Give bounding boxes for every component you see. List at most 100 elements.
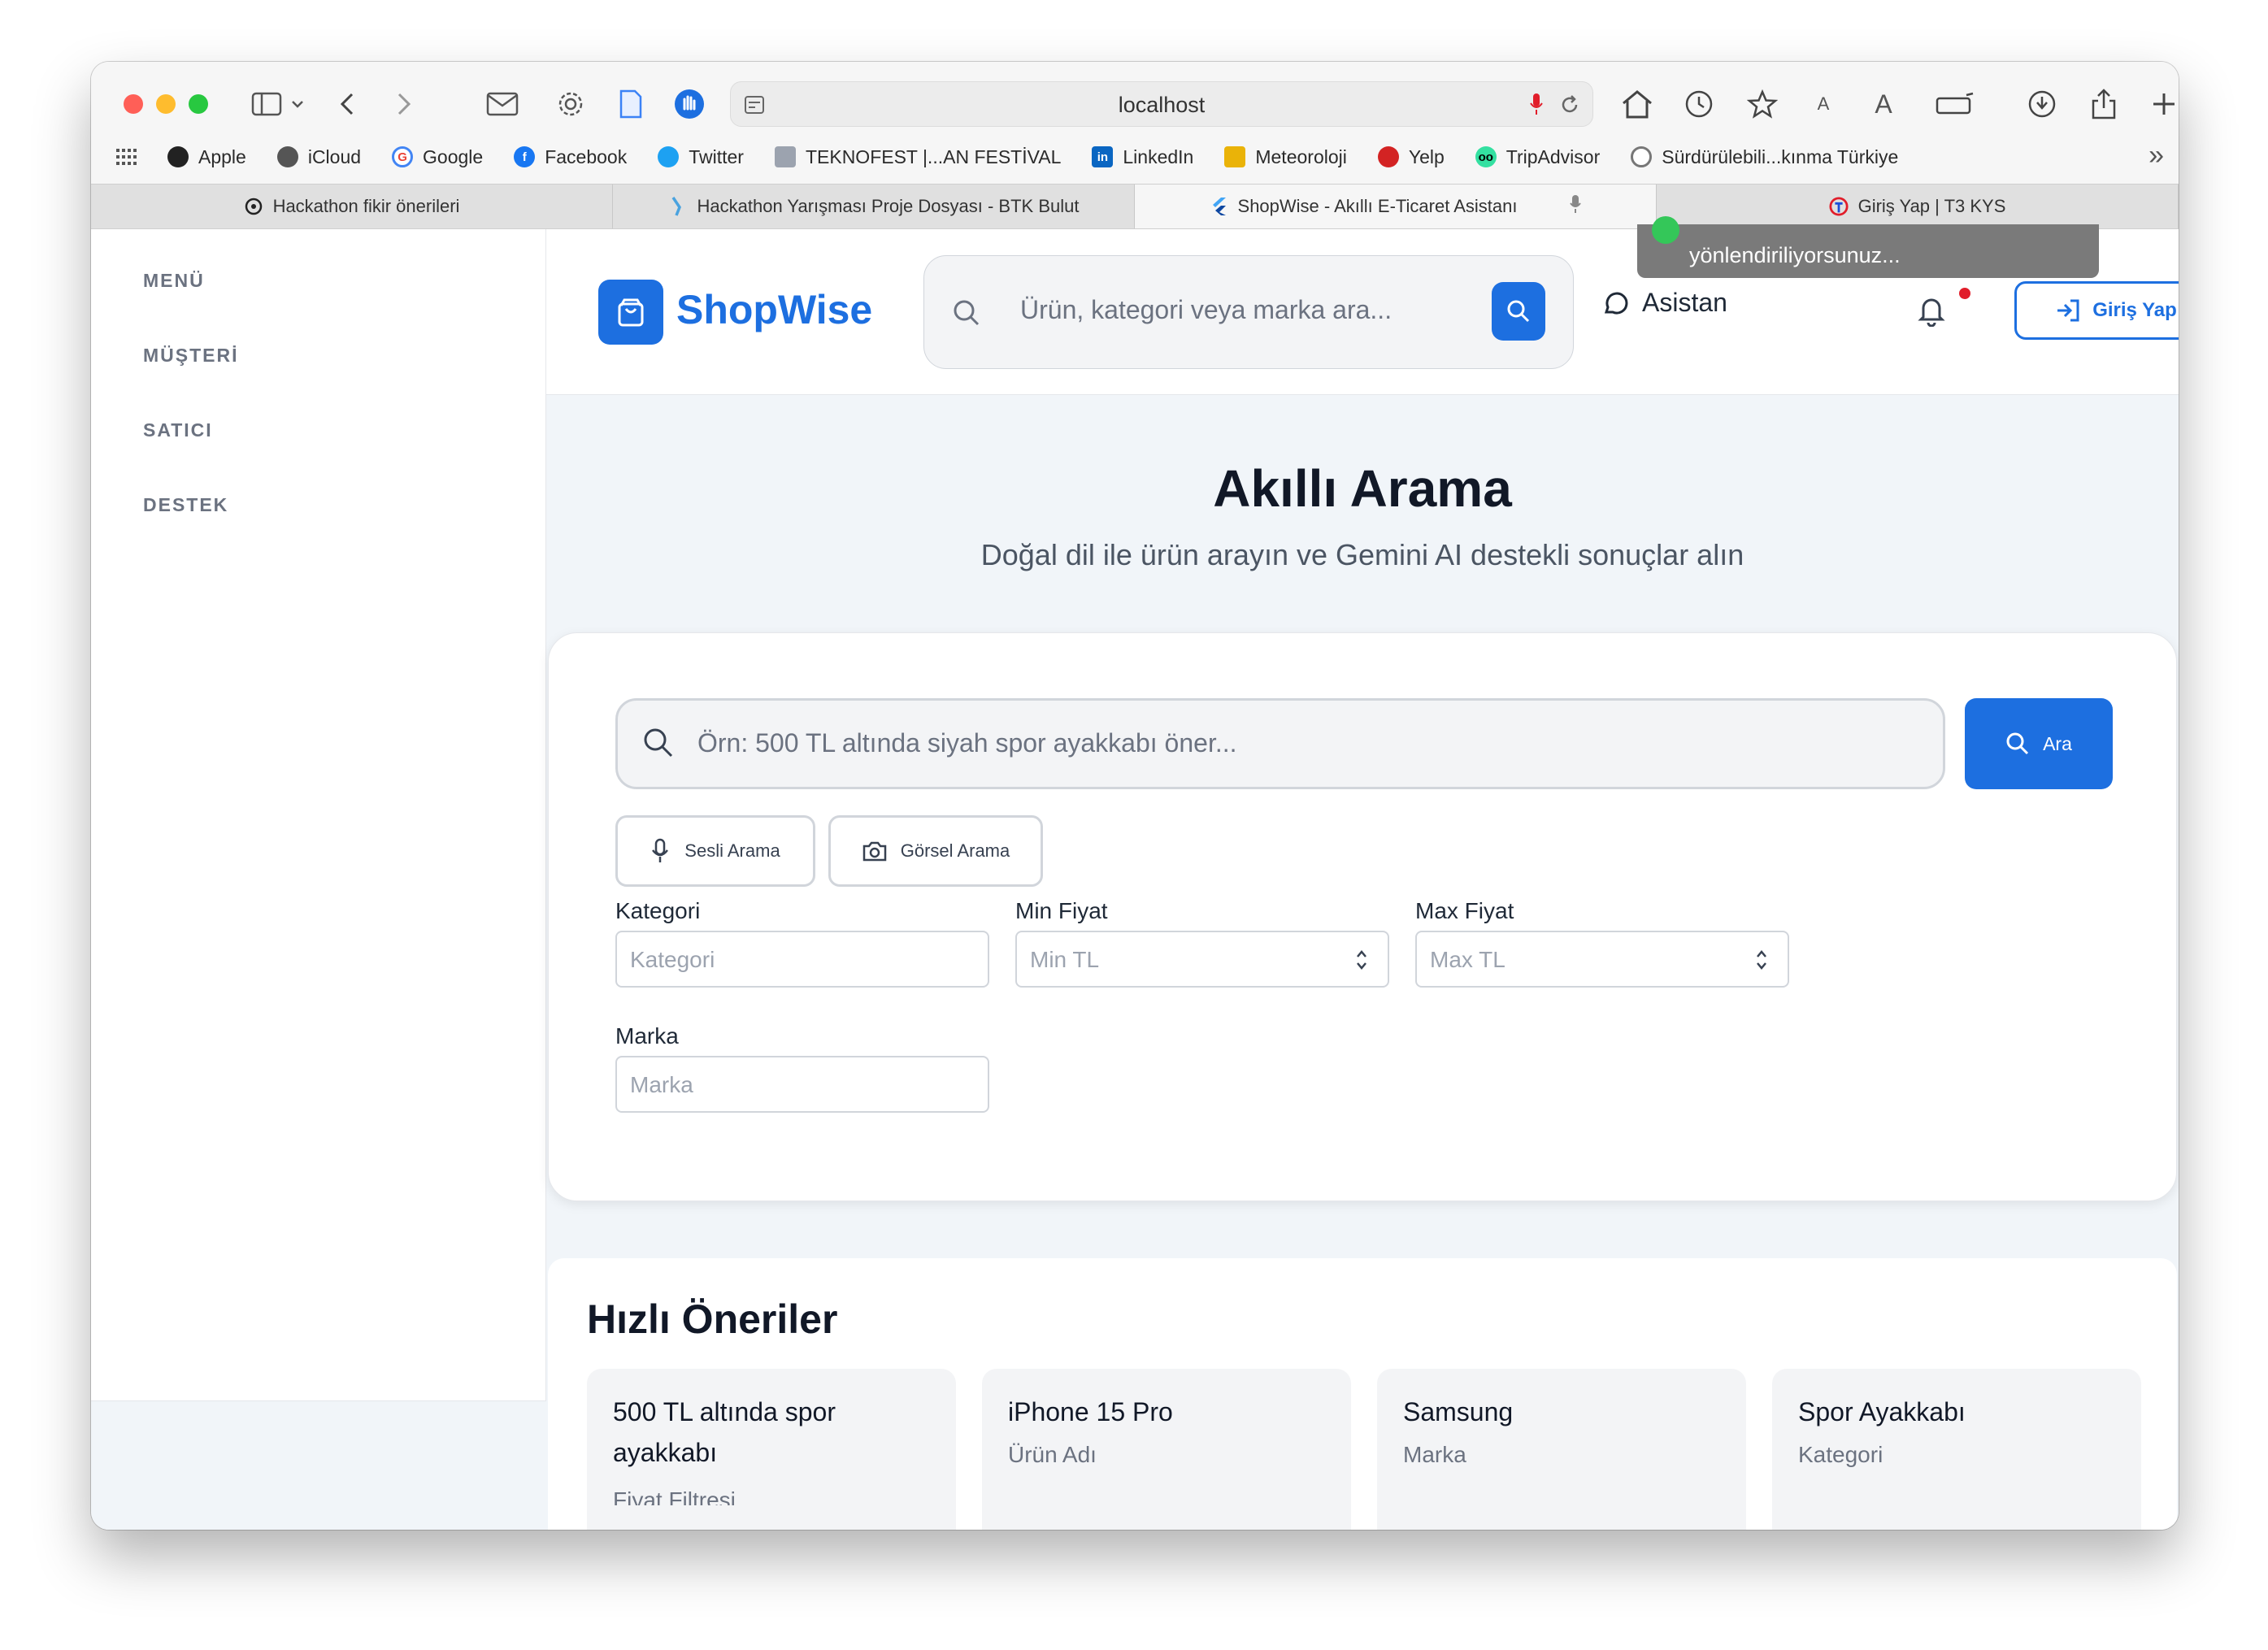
back-icon[interactable] bbox=[335, 85, 359, 124]
microphone-icon bbox=[652, 838, 669, 862]
header-search-box[interactable]: Ürün, kategori veya marka ara... bbox=[923, 255, 1574, 369]
bookmark-icloud[interactable]: iCloud bbox=[276, 145, 362, 168]
microphone-icon[interactable] bbox=[1569, 193, 1582, 219]
voice-search-button[interactable]: Sesli Arama bbox=[615, 815, 815, 887]
bookmark-surdurulebilir[interactable]: Sürdürülebili...kınma Türkiye bbox=[1631, 146, 1898, 168]
sidebar-item-musteri[interactable]: MÜŞTERİ bbox=[143, 345, 239, 367]
hand-icon[interactable] bbox=[671, 85, 707, 124]
new-tab-icon[interactable] bbox=[2148, 85, 2179, 124]
url-text: localhost bbox=[1118, 93, 1206, 117]
bookmark-meteoroloji[interactable]: Meteoroloji bbox=[1224, 146, 1347, 168]
tab-btk-bulut[interactable]: Hackathon Yarışması Proje Dosyası - BTK … bbox=[613, 185, 1135, 228]
text-smaller-icon[interactable]: A bbox=[1811, 85, 1836, 124]
apps-grid-icon[interactable] bbox=[115, 148, 138, 166]
search-submit-button[interactable]: Ara bbox=[1965, 698, 2113, 789]
search-icon bbox=[1507, 300, 1530, 323]
bookmark-apple[interactable]: Apple bbox=[167, 146, 246, 168]
bookmark-tripadvisor[interactable]: oo TripAdvisor bbox=[1475, 146, 1600, 168]
quick-suggestions-section: Hızlı Öneriler 500 TL altında spor ayakk… bbox=[548, 1258, 2177, 1530]
teknofest-icon bbox=[774, 146, 796, 167]
more-bookmarks-icon[interactable]: » bbox=[2149, 140, 2164, 172]
tab-label: ShopWise - Akıllı E-Ticaret Asistanı bbox=[1237, 196, 1518, 216]
sidebar-item-destek[interactable]: DESTEK bbox=[143, 494, 228, 516]
apple-icon bbox=[276, 146, 298, 167]
share-icon[interactable] bbox=[2088, 85, 2120, 124]
minimize-window-button[interactable] bbox=[156, 94, 176, 114]
bookmark-twitter[interactable]: Twitter bbox=[658, 146, 744, 168]
meteoroloji-icon bbox=[1224, 146, 1246, 167]
suggestion-card[interactable]: Samsung Marka bbox=[1377, 1369, 1746, 1530]
assistant-button[interactable]: Asistan bbox=[1601, 288, 1727, 318]
suggestion-card-partial[interactable] bbox=[587, 1505, 956, 1530]
browser-toolbar: localhost A A Apple iCloud G Google f Fa… bbox=[91, 62, 2179, 184]
bookmark-label: iCloud bbox=[307, 145, 362, 167]
microphone-icon[interactable] bbox=[1529, 92, 1544, 120]
smart-search-input[interactable]: Örn: 500 TL altında siyah spor ayakkabı … bbox=[615, 698, 1945, 789]
download-icon[interactable] bbox=[2026, 85, 2058, 124]
mail-icon[interactable] bbox=[484, 85, 520, 124]
tab-t3-kys[interactable]: Giriş Yap | T3 KYS bbox=[1657, 185, 2179, 228]
bookmark-google[interactable]: G Google bbox=[392, 146, 483, 168]
min-price-input[interactable]: Min TL bbox=[1015, 931, 1389, 988]
bookmark-yelp[interactable]: Yelp bbox=[1377, 146, 1445, 168]
voice-search-label: Sesli Arama bbox=[684, 840, 780, 861]
suggestion-subtitle: Kategori bbox=[1798, 1442, 1883, 1467]
home-icon[interactable] bbox=[1619, 85, 1655, 124]
bookmark-label: Google bbox=[423, 145, 484, 167]
quick-suggestions-title: Hızlı Öneriler bbox=[587, 1296, 838, 1342]
brand-name[interactable]: ShopWise bbox=[676, 286, 872, 333]
bookmark-label: Sürdürülebili...kınma Türkiye bbox=[1662, 145, 1899, 167]
login-button[interactable]: Giriş Yap bbox=[2014, 281, 2179, 340]
stepper-icon[interactable] bbox=[1355, 949, 1368, 975]
bell-icon[interactable] bbox=[1917, 294, 1946, 331]
browser-window: localhost A A Apple iCloud G Google f Fa… bbox=[91, 62, 2179, 1530]
shopping-bag-logo-icon[interactable] bbox=[598, 280, 663, 345]
sidebar-toggle-icon[interactable] bbox=[250, 85, 283, 124]
max-price-placeholder: Max TL bbox=[1430, 947, 1505, 972]
suggestion-card-partial[interactable] bbox=[982, 1505, 1351, 1530]
bookmark-label: Facebook bbox=[545, 145, 628, 167]
chatgpt-icon bbox=[244, 197, 263, 216]
address-bar[interactable]: localhost bbox=[730, 81, 1593, 127]
document-icon[interactable] bbox=[615, 85, 647, 124]
gear-icon[interactable] bbox=[554, 85, 587, 124]
chevron-down-icon[interactable] bbox=[289, 85, 306, 124]
tab-hackathon-ideas[interactable]: Hackathon fikir önerileri bbox=[91, 185, 613, 228]
visual-search-button[interactable]: Görsel Arama bbox=[828, 815, 1043, 887]
min-price-placeholder: Min TL bbox=[1030, 947, 1100, 972]
forward-icon[interactable] bbox=[392, 85, 416, 124]
max-price-input[interactable]: Max TL bbox=[1415, 931, 1789, 988]
bookmark-teknofest[interactable]: TEKNOFEST |...AN FESTİVAL bbox=[774, 146, 1061, 168]
bookmarks-bar: Apple iCloud G Google f Facebook Twitter T… bbox=[115, 140, 1929, 174]
brand-filter-input[interactable]: Marka bbox=[615, 1056, 989, 1113]
keyboard-icon[interactable] bbox=[1935, 85, 1975, 124]
bookmark-linkedin[interactable]: in LinkedIn bbox=[1092, 146, 1193, 168]
sidebar-item-menu[interactable]: MENÜ bbox=[143, 270, 205, 292]
stepper-icon[interactable] bbox=[1755, 949, 1768, 975]
close-window-button[interactable] bbox=[124, 94, 143, 114]
sidebar-item-satici[interactable]: SATICI bbox=[143, 419, 213, 441]
smart-search-card: Örn: 500 TL altında siyah spor ayakkabı … bbox=[548, 632, 2177, 1201]
header-search-button[interactable] bbox=[1492, 282, 1545, 341]
page-content: MENÜ MÜŞTERİ SATICI DESTEK ShopWise Ürün… bbox=[91, 216, 2179, 1530]
login-label: Giriş Yap bbox=[2092, 299, 2177, 321]
search-icon bbox=[2006, 732, 2029, 755]
tripadvisor-icon: oo bbox=[1475, 146, 1497, 167]
reload-icon[interactable] bbox=[1558, 93, 1581, 120]
bookmark-facebook[interactable]: f Facebook bbox=[514, 146, 627, 168]
notification-dot bbox=[1959, 288, 1970, 299]
search-icon bbox=[642, 727, 675, 763]
star-icon[interactable] bbox=[1746, 85, 1779, 124]
btk-icon bbox=[668, 197, 688, 216]
check-icon bbox=[1652, 216, 1679, 244]
suggestion-card[interactable]: Spor Ayakkabı Kategori bbox=[1772, 1369, 2141, 1530]
history-icon[interactable] bbox=[1683, 85, 1715, 124]
tab-shopwise[interactable]: ShopWise - Akıllı E-Ticaret Asistanı bbox=[1135, 185, 1657, 228]
bookmark-label: TripAdvisor bbox=[1505, 145, 1601, 167]
category-input[interactable]: Kategori bbox=[615, 931, 989, 988]
suggestion-title: iPhone 15 Pro bbox=[1008, 1397, 1173, 1426]
zoom-window-button[interactable] bbox=[189, 94, 208, 114]
search-icon bbox=[952, 298, 981, 332]
text-larger-icon[interactable]: A bbox=[1871, 85, 1896, 124]
max-price-label: Max Fiyat bbox=[1415, 898, 1514, 923]
